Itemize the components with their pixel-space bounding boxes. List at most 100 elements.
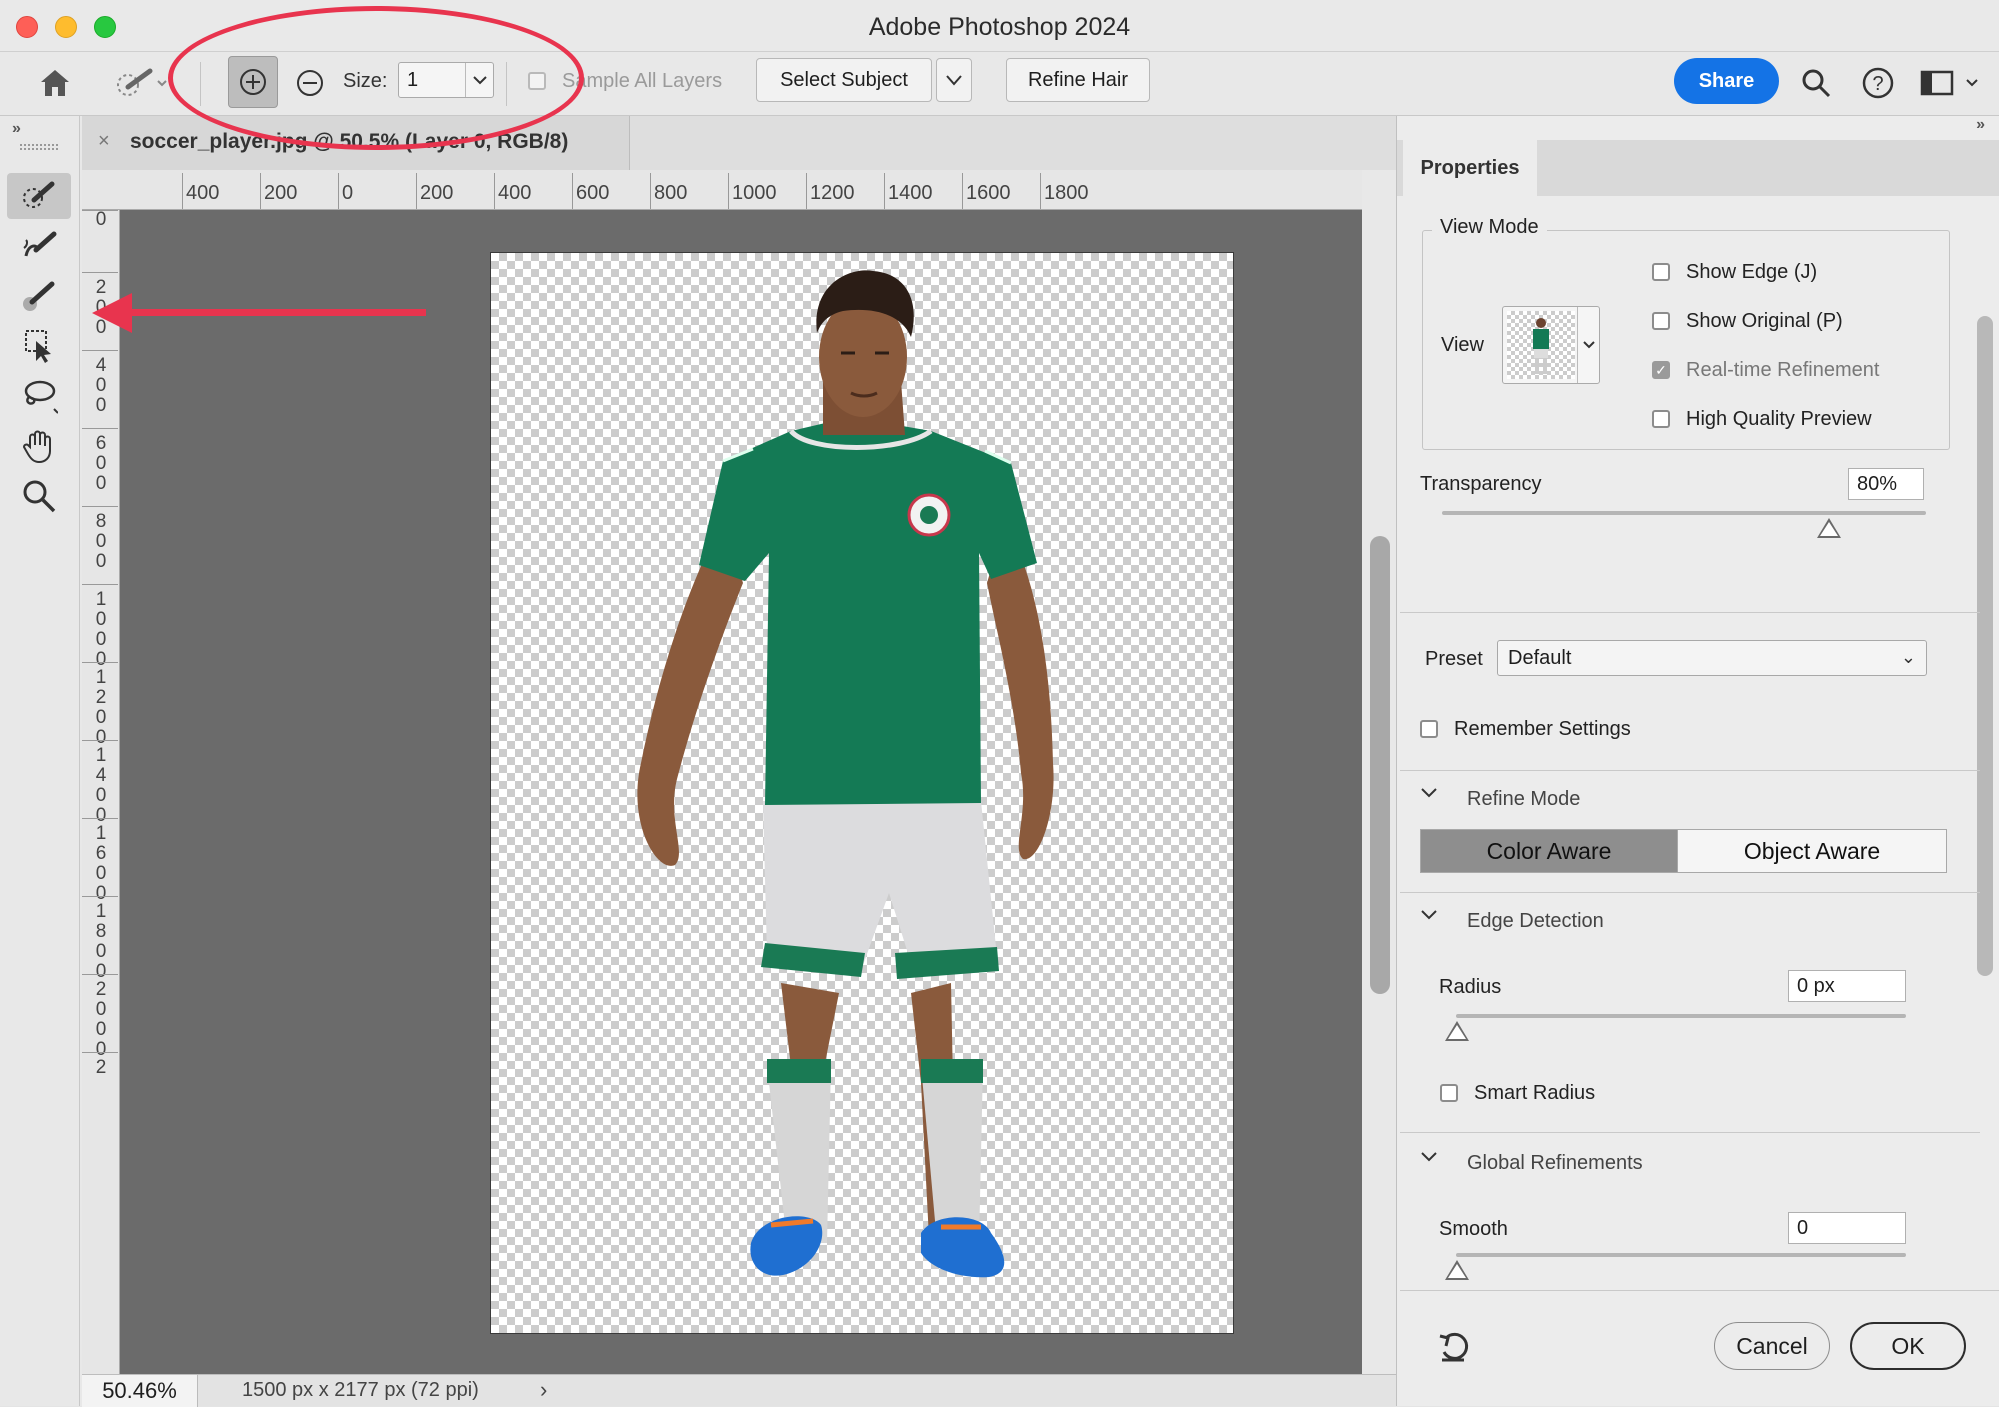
close-tab-icon[interactable]: × xyxy=(98,130,110,153)
realtime-refinement-label: Real-time Refinement xyxy=(1686,359,1880,381)
expand-toolbar-icon[interactable]: » xyxy=(12,120,21,138)
refine-mode-toggle[interactable] xyxy=(1420,786,1438,804)
ruler-tick xyxy=(82,818,118,819)
ruler-label: 1600 xyxy=(966,182,1011,204)
ruler-tick xyxy=(728,173,729,209)
ruler-label: 1 0 0 0 xyxy=(95,589,107,670)
radius-field[interactable]: 0 px xyxy=(1788,970,1906,1002)
ruler-tick xyxy=(260,173,261,209)
help-icon[interactable]: ? xyxy=(1858,62,1898,104)
edge-detection-toggle[interactable] xyxy=(1420,908,1438,926)
preset-select[interactable]: Default ⌄ xyxy=(1497,640,1927,676)
remember-settings-label: Remember Settings xyxy=(1454,718,1631,740)
section-divider xyxy=(1400,892,1980,893)
panel-scrollbar[interactable] xyxy=(1977,316,1993,976)
object-aware-button[interactable]: Object Aware xyxy=(1677,829,1947,873)
ruler-label: 800 xyxy=(654,182,688,204)
ruler-label: 1200 xyxy=(810,182,855,204)
smooth-slider-thumb[interactable] xyxy=(1445,1260,1469,1280)
remember-settings-checkbox[interactable] xyxy=(1420,720,1438,738)
toolbar-grip[interactable] xyxy=(20,144,58,150)
ruler-tick xyxy=(82,1052,118,1053)
ruler-tick xyxy=(82,506,118,507)
cancel-button[interactable]: Cancel xyxy=(1714,1322,1830,1370)
smooth-field[interactable]: 0 xyxy=(1788,1212,1906,1244)
view-mode-dropdown[interactable] xyxy=(1502,306,1600,384)
preset-label: Preset xyxy=(1425,648,1483,670)
ok-button[interactable]: OK xyxy=(1850,1322,1966,1370)
radius-slider[interactable] xyxy=(1456,1014,1906,1018)
ruler-tick xyxy=(82,740,118,741)
workspace-icon[interactable] xyxy=(1916,62,1986,104)
ruler-tick xyxy=(82,584,118,585)
ruler-label: 1 4 0 0 xyxy=(95,745,107,826)
quick-selection-tool-icon[interactable] xyxy=(7,173,71,219)
high-quality-preview-checkbox[interactable] xyxy=(1652,410,1670,428)
chevron-down-icon xyxy=(946,75,962,86)
realtime-refinement-checkbox[interactable]: ✓ xyxy=(1652,361,1670,379)
home-icon[interactable] xyxy=(34,62,76,104)
ruler-label: 1 6 0 0 xyxy=(95,823,107,904)
ruler-label: 1 8 0 0 xyxy=(95,901,107,982)
transparency-label: Transparency xyxy=(1420,473,1542,495)
show-original-label: Show Original (P) xyxy=(1686,310,1843,332)
refine-hair-button[interactable]: Refine Hair xyxy=(1006,58,1150,102)
collapse-panel-icon[interactable]: » xyxy=(1976,116,1985,134)
view-thumbnail xyxy=(1507,311,1575,379)
global-refinements-toggle[interactable] xyxy=(1420,1150,1438,1168)
smooth-slider[interactable] xyxy=(1456,1253,1906,1257)
ruler-label: 1400 xyxy=(888,182,933,204)
object-selection-icon[interactable] xyxy=(7,323,71,369)
radius-slider-thumb[interactable] xyxy=(1445,1021,1469,1041)
annotation-ellipse xyxy=(168,6,584,150)
transparency-slider[interactable] xyxy=(1442,511,1926,515)
transparency-field[interactable]: 80% xyxy=(1848,468,1924,500)
show-original-checkbox[interactable] xyxy=(1652,312,1670,330)
ruler-tick xyxy=(806,173,807,209)
tool-preset-picker[interactable] xyxy=(112,62,172,104)
canvas-area[interactable] xyxy=(120,210,1362,1374)
high-quality-preview-label: High Quality Preview xyxy=(1686,408,1872,430)
chevron-down-icon xyxy=(1421,1152,1437,1162)
hand-icon[interactable] xyxy=(7,423,71,469)
ruler-tick xyxy=(416,173,417,209)
chevron-down-icon xyxy=(1421,910,1437,920)
document-canvas[interactable] xyxy=(490,252,1234,1334)
chevron-right-icon[interactable]: › xyxy=(540,1377,547,1403)
section-divider xyxy=(1400,770,1980,771)
annotation-arrow-head xyxy=(92,293,132,333)
zoom-level-field[interactable]: 50.46% xyxy=(82,1375,198,1407)
svg-text:?: ? xyxy=(1872,73,1883,95)
tab-properties[interactable]: Properties xyxy=(1403,140,1537,196)
ruler-label: 1800 xyxy=(1044,182,1089,204)
show-edge-checkbox[interactable] xyxy=(1652,263,1670,281)
select-subject-dropdown[interactable] xyxy=(936,58,972,102)
ruler-tick xyxy=(82,272,118,273)
smart-radius-checkbox[interactable] xyxy=(1440,1084,1458,1102)
chevron-down-icon[interactable] xyxy=(1577,307,1599,383)
ruler-tick xyxy=(494,173,495,209)
ruler-label: 1 2 0 0 xyxy=(95,667,107,748)
zoom-icon[interactable] xyxy=(7,473,71,519)
share-button[interactable]: Share xyxy=(1674,58,1779,104)
smooth-label: Smooth xyxy=(1439,1218,1508,1240)
brush-icon[interactable] xyxy=(7,273,71,319)
ruler-tick xyxy=(82,350,118,351)
transparency-slider-thumb[interactable] xyxy=(1817,518,1842,538)
search-icon[interactable] xyxy=(1796,62,1836,104)
ruler-label: 400 xyxy=(498,182,532,204)
edge-detection-label: Edge Detection xyxy=(1467,910,1604,932)
view-label: View xyxy=(1441,334,1484,356)
lasso-icon[interactable] xyxy=(7,373,71,419)
ruler-label: 1000 xyxy=(732,182,777,204)
select-subject-button[interactable]: Select Subject xyxy=(756,58,932,102)
ruler-label: 200 xyxy=(264,182,298,204)
reset-icon[interactable] xyxy=(1436,1330,1472,1369)
vertical-scrollbar[interactable] xyxy=(1370,536,1390,994)
ruler-tick xyxy=(82,428,118,429)
ruler-tick xyxy=(82,974,118,975)
color-aware-button[interactable]: Color Aware xyxy=(1420,829,1678,873)
annotation-arrow-line xyxy=(118,309,426,316)
ruler-tick xyxy=(884,173,885,209)
refine-edge-brush-icon[interactable] xyxy=(7,223,71,269)
